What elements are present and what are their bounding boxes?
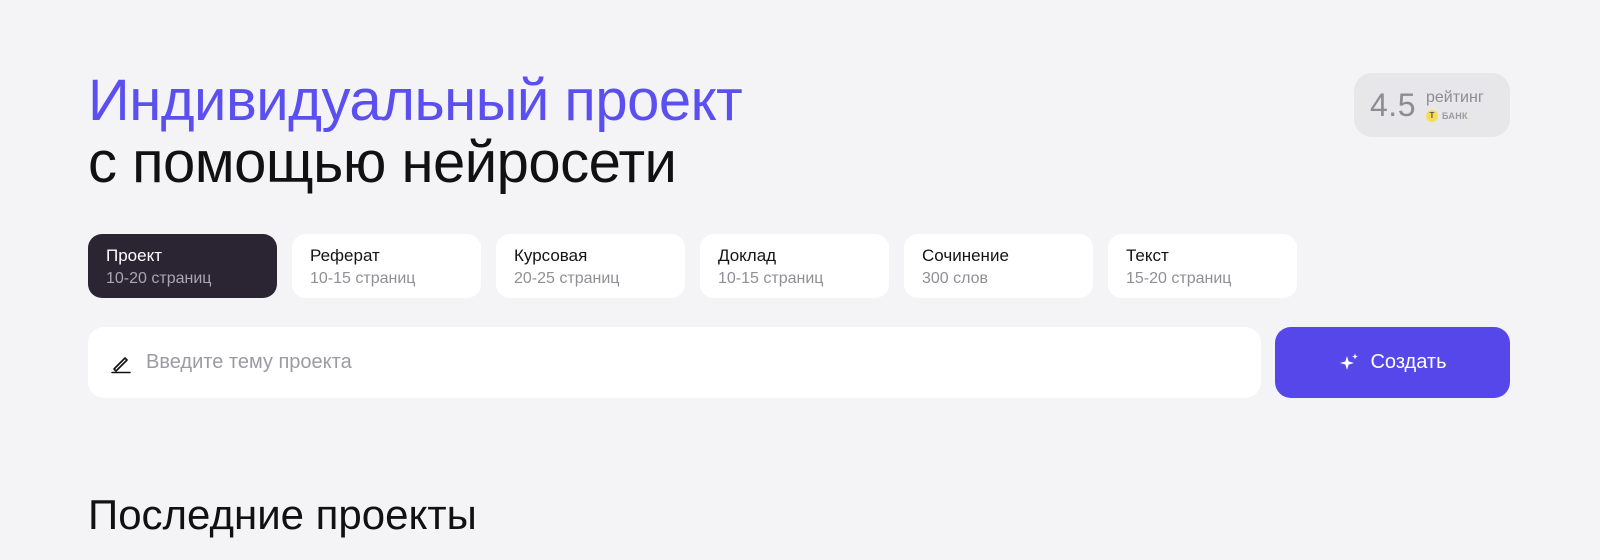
document-type-selector: Проект 10-20 страниц Реферат 10-15 стран… bbox=[88, 234, 1297, 298]
type-card-name: Курсовая bbox=[514, 246, 588, 265]
page-title-accent: Индивидуальный проект bbox=[88, 68, 743, 133]
recent-projects-title: Последние проекты bbox=[88, 491, 477, 538]
rating-meta: рейтинг Т БАНК bbox=[1425, 88, 1484, 122]
topic-field[interactable] bbox=[88, 327, 1261, 398]
page-title-rest: с помощью нейросети bbox=[88, 130, 677, 195]
rating-badge: 4.5 рейтинг Т БАНК bbox=[1354, 73, 1510, 137]
type-card-project[interactable]: Проект 10-20 страниц bbox=[88, 234, 277, 298]
create-button-label: Создать bbox=[1370, 351, 1447, 373]
type-card-text[interactable]: Текст 15-20 страниц bbox=[1108, 234, 1297, 298]
type-card-essay[interactable]: Реферат 10-15 страниц bbox=[292, 234, 481, 298]
type-card-name: Сочинение bbox=[922, 246, 1009, 265]
create-button[interactable]: Создать bbox=[1275, 327, 1510, 398]
rating-value: 4.5 bbox=[1370, 86, 1416, 123]
type-card-composition[interactable]: Сочинение 300 слов bbox=[904, 234, 1093, 298]
type-card-desc: 300 слов bbox=[922, 270, 989, 287]
rating-brand: Т БАНК bbox=[1425, 109, 1484, 122]
type-card-name: Проект bbox=[106, 246, 162, 265]
type-card-name: Текст bbox=[1126, 246, 1169, 265]
type-card-desc: 10-15 страниц bbox=[310, 270, 416, 287]
pencil-icon bbox=[110, 352, 132, 374]
type-card-name: Доклад bbox=[718, 246, 777, 265]
sparkle-icon bbox=[1338, 352, 1360, 374]
topic-input[interactable] bbox=[144, 350, 1228, 375]
page-title: Индивидуальный проект с помощью нейросет… bbox=[88, 68, 743, 195]
type-card-desc: 10-15 страниц bbox=[718, 270, 824, 287]
type-card-name: Реферат bbox=[310, 246, 380, 265]
type-card-report[interactable]: Доклад 10-15 страниц bbox=[700, 234, 889, 298]
rating-label: рейтинг bbox=[1425, 88, 1484, 106]
type-card-desc: 10-20 страниц bbox=[106, 270, 212, 287]
type-card-desc: 15-20 страниц bbox=[1126, 270, 1232, 287]
rating-brand-name: БАНК bbox=[1441, 110, 1468, 121]
type-card-desc: 20-25 страниц bbox=[514, 270, 620, 287]
type-card-coursework[interactable]: Курсовая 20-25 страниц bbox=[496, 234, 685, 298]
bank-logo-icon: Т bbox=[1425, 109, 1438, 122]
